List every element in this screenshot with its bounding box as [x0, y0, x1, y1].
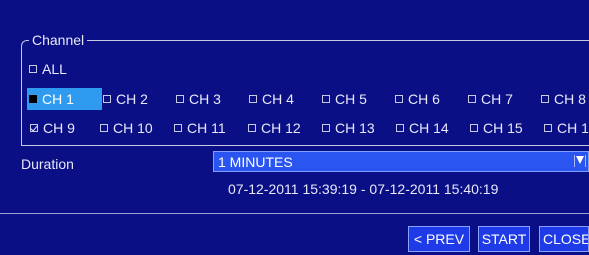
checkbox-icon — [396, 124, 404, 132]
channel-label: CH 7 — [481, 91, 513, 107]
channel-checkbox-13[interactable]: CH 13 — [322, 117, 396, 139]
checkbox-icon — [100, 124, 108, 132]
channel-checkbox-2[interactable]: CH 2 — [103, 88, 176, 110]
checkbox-icon — [470, 124, 478, 132]
channel-all-row: ALL — [29, 58, 99, 80]
channel-checkbox-15[interactable]: CH 15 — [470, 117, 544, 139]
checkbox-icon — [541, 95, 549, 103]
channel-checkbox-1[interactable]: CH 1 — [27, 88, 102, 110]
checkbox-checked-icon — [30, 124, 38, 132]
channel-all-checkbox[interactable]: ALL — [29, 58, 99, 80]
checkbox-icon — [322, 95, 330, 103]
checkbox-icon — [468, 95, 476, 103]
channel-label: CH 12 — [261, 120, 301, 136]
checkbox-icon — [395, 95, 403, 103]
divider — [0, 213, 589, 214]
channel-checkbox-6[interactable]: CH 6 — [395, 88, 468, 110]
channel-checkbox-16[interactable]: CH 16 — [544, 117, 589, 139]
channel-label: CH 1 — [42, 91, 74, 107]
channel-label: CH 5 — [335, 91, 367, 107]
channel-row-1: CH 1 CH 2 CH 3 CH 4 CH 5 CH 6 CH 7 CH 8 — [27, 88, 589, 110]
checkbox-icon — [174, 124, 182, 132]
channel-label: CH 14 — [409, 120, 449, 136]
channel-group: Channel ALL CH 1 CH 2 CH 3 CH 4 CH 5 CH … — [21, 31, 589, 146]
channel-checkbox-8[interactable]: CH 8 — [541, 88, 589, 110]
channel-checkbox-12[interactable]: CH 12 — [248, 117, 322, 139]
checkbox-icon — [248, 124, 256, 132]
prev-button[interactable]: < PREV — [408, 226, 470, 252]
channel-checkbox-5[interactable]: CH 5 — [322, 88, 395, 110]
channel-checkbox-3[interactable]: CH 3 — [176, 88, 249, 110]
channel-label: CH 3 — [189, 91, 221, 107]
channel-label: CH 10 — [113, 120, 153, 136]
channel-checkbox-7[interactable]: CH 7 — [468, 88, 541, 110]
checkbox-icon — [103, 95, 111, 103]
close-button[interactable]: CLOSE — [539, 226, 589, 252]
channel-checkbox-11[interactable]: CH 11 — [174, 117, 248, 139]
duration-select[interactable]: 1 MINUTES — [213, 151, 589, 172]
channel-group-legend: Channel — [29, 31, 88, 49]
channel-label: CH 16 — [557, 120, 589, 136]
channel-checkbox-10[interactable]: CH 10 — [100, 117, 174, 139]
channel-label: CH 11 — [187, 120, 226, 136]
checkbox-icon — [176, 95, 184, 103]
archive-dialog: Channel ALL CH 1 CH 2 CH 3 CH 4 CH 5 CH … — [0, 0, 589, 255]
duration-selected-value: 1 MINUTES — [218, 153, 293, 170]
channel-checkbox-4[interactable]: CH 4 — [249, 88, 322, 110]
channel-label: CH 6 — [408, 91, 440, 107]
channel-checkbox-14[interactable]: CH 14 — [396, 117, 470, 139]
channel-label: CH 15 — [483, 120, 523, 136]
channel-label: CH 4 — [262, 91, 294, 107]
time-range-text: 07-12-2011 15:39:19 - 07-12-2011 15:40:1… — [228, 181, 499, 197]
channel-label: CH 8 — [554, 91, 586, 107]
checkbox-icon — [29, 95, 37, 103]
channel-row-2: CH 9 CH 10 CH 11 CH 12 CH 13 CH 14 CH 15… — [30, 117, 589, 139]
checkbox-icon — [544, 124, 552, 132]
channel-all-label: ALL — [42, 61, 67, 77]
checkbox-icon — [249, 95, 257, 103]
channel-label: CH 9 — [43, 120, 75, 136]
channel-label: CH 2 — [116, 91, 148, 107]
dropdown-arrow-icon[interactable] — [574, 155, 586, 167]
checkbox-icon — [29, 65, 37, 73]
start-button[interactable]: START — [478, 226, 530, 252]
checkbox-icon — [322, 124, 330, 132]
duration-label: Duration — [21, 156, 74, 172]
channel-checkbox-9[interactable]: CH 9 — [30, 117, 100, 139]
channel-label: CH 13 — [335, 120, 375, 136]
